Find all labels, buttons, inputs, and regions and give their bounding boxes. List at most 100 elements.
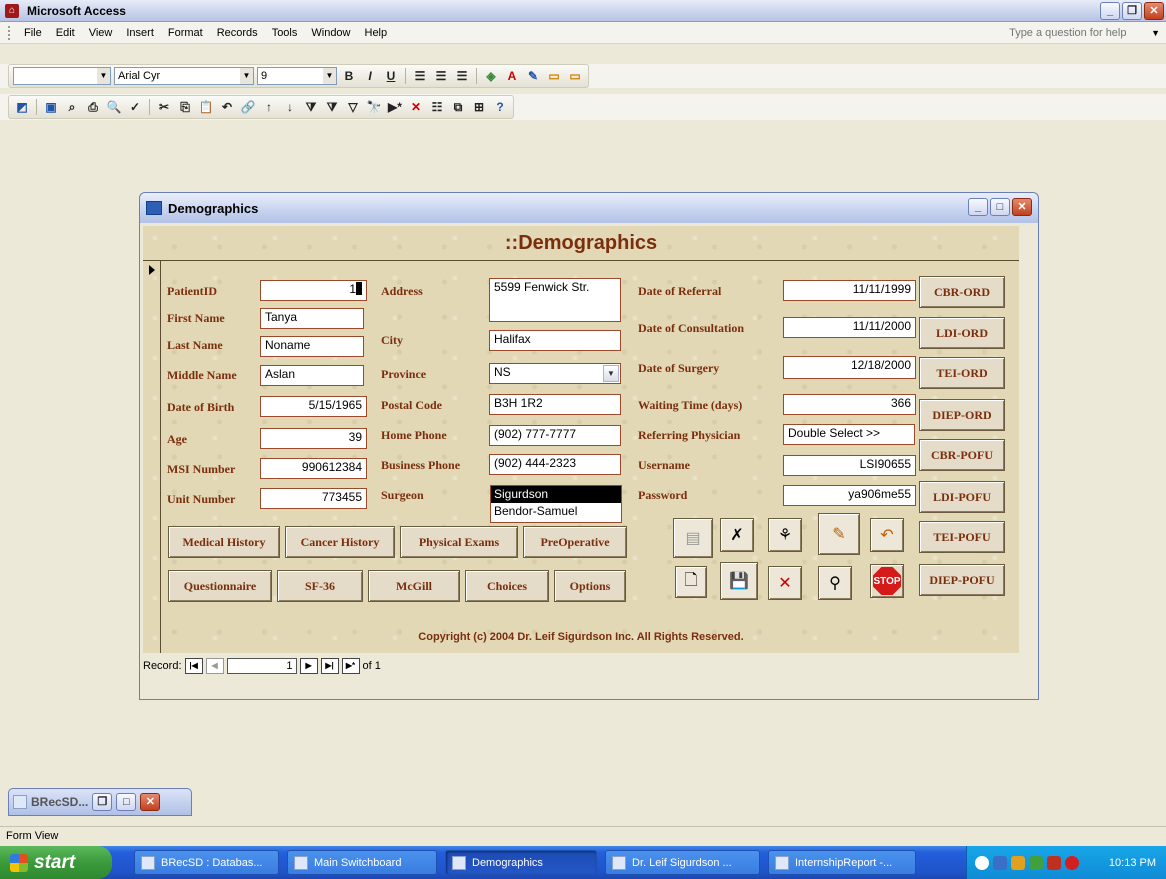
restore-window-button[interactable]: ❐ — [92, 793, 113, 811]
last-name-field[interactable]: Noname — [260, 336, 364, 357]
cbr-pofu-button[interactable]: CBR-POFU — [919, 439, 1005, 471]
menu-insert[interactable]: Insert — [119, 27, 161, 39]
questionnaire-button[interactable]: Questionnaire — [168, 570, 272, 602]
age-field[interactable]: 39 — [260, 428, 367, 449]
italic-button[interactable]: I — [361, 67, 379, 85]
security-shield-icon[interactable] — [1065, 855, 1079, 870]
form-minimize-button[interactable]: _ — [968, 198, 988, 216]
postal-code-field[interactable]: B3H 1R2 — [489, 394, 621, 415]
spelling-icon[interactable]: ✓ — [126, 98, 144, 116]
form-close-button[interactable]: ✕ — [1012, 198, 1032, 216]
start-button[interactable]: start — [0, 846, 112, 879]
font-color-icon[interactable]: A — [503, 67, 521, 85]
minimize-button[interactable]: _ — [1100, 2, 1120, 20]
task-main-switchboard[interactable]: Main Switchboard — [287, 850, 437, 875]
tei-ord-button[interactable]: TEI-ORD — [919, 357, 1005, 389]
restore-button[interactable]: ❐ — [1122, 2, 1142, 20]
line-color-icon[interactable]: ✎ — [524, 67, 542, 85]
first-record-button[interactable]: |◀ — [184, 658, 203, 674]
home-phone-field[interactable]: (902) 777-7777 — [489, 425, 621, 446]
tray-app-icon[interactable] — [1011, 855, 1025, 870]
menu-view[interactable]: View — [82, 27, 120, 39]
view-icon[interactable]: ◩ — [13, 98, 31, 116]
record-selector[interactable] — [143, 261, 161, 653]
new-object-icon[interactable]: ⊞ — [470, 98, 488, 116]
undo-field-icon[interactable]: ✗ — [720, 518, 754, 552]
help-icon[interactable]: ? — [491, 98, 509, 116]
minimized-database-window[interactable]: BRecSD... ❐ □ ✕ — [8, 788, 192, 816]
copy-icon[interactable]: ⎘ — [176, 98, 194, 116]
cut-icon[interactable]: ✂ — [155, 98, 173, 116]
help-search-input[interactable] — [1009, 25, 1146, 41]
ldi-pofu-button[interactable]: LDI-POFU — [919, 481, 1005, 513]
print-icon[interactable]: ⎙ — [84, 98, 102, 116]
align-right-icon[interactable]: ☰ — [453, 67, 471, 85]
menu-records[interactable]: Records — [210, 27, 265, 39]
task-brecsd[interactable]: BRecSD : Databas... — [134, 850, 279, 875]
date-of-surgery-field[interactable]: 12/18/2000 — [783, 356, 916, 379]
help-dropdown-icon[interactable]: ▼ — [1151, 28, 1160, 38]
new-record-button[interactable]: ▶* — [341, 658, 360, 674]
patient-id-field[interactable]: 1 — [260, 280, 367, 301]
binoculars-icon[interactable]: ⚲ — [818, 566, 852, 600]
border-width-icon[interactable]: ▭ — [545, 67, 563, 85]
stop-icon[interactable]: STOP — [870, 564, 904, 598]
close-window-button[interactable]: ✕ — [140, 793, 161, 811]
acrobat-icon[interactable] — [1047, 855, 1061, 870]
menu-help[interactable]: Help — [358, 27, 395, 39]
city-field[interactable]: Halifax — [489, 330, 621, 351]
date-of-referral-field[interactable]: 11/11/1999 — [783, 280, 916, 301]
report-icon[interactable]: ▤ — [673, 518, 713, 558]
align-left-icon[interactable]: ☰ — [411, 67, 429, 85]
special-effect-icon[interactable]: ▭ — [566, 67, 584, 85]
chevron-down-icon[interactable]: ▼ — [603, 365, 619, 382]
save-icon[interactable]: 💾 — [720, 562, 758, 600]
undo-icon[interactable]: ↶ — [870, 518, 904, 552]
surgeon-option[interactable]: Sigurdson — [491, 486, 621, 503]
username-field[interactable]: LSI90655 — [783, 455, 916, 476]
surgeon-option[interactable]: Bendor-Samuel — [491, 503, 621, 520]
menu-tools[interactable]: Tools — [265, 27, 305, 39]
database-window-icon[interactable]: ⧉ — [449, 98, 467, 116]
unit-number-field[interactable]: 773455 — [260, 488, 367, 509]
next-record-button[interactable]: ▶ — [299, 658, 318, 674]
last-record-button[interactable]: ▶| — [320, 658, 339, 674]
underline-button[interactable]: U — [382, 67, 400, 85]
referring-physician-field[interactable]: Double Select >> — [783, 424, 915, 445]
tray-expand-icon[interactable] — [975, 855, 989, 870]
filter-by-selection-icon[interactable]: ⧩ — [302, 98, 320, 116]
tray-app-icon[interactable] — [1029, 855, 1043, 870]
cbr-ord-button[interactable]: CBR-ORD — [919, 276, 1005, 308]
date-of-birth-field[interactable]: 5/15/1965 — [260, 396, 367, 417]
insert-hyperlink-icon[interactable]: 🔗 — [239, 98, 257, 116]
waiting-time-field[interactable]: 366 — [783, 394, 916, 415]
font-size-select[interactable]: 9 ▼ — [257, 67, 337, 85]
menu-window[interactable]: Window — [304, 27, 357, 39]
properties-icon[interactable]: ☷ — [428, 98, 446, 116]
form-maximize-button[interactable]: □ — [990, 198, 1010, 216]
task-dr-leif-sigurdson[interactable]: Dr. Leif Sigurdson ... — [605, 850, 760, 875]
font-name-select[interactable]: Arial Cyr ▼ — [114, 67, 254, 85]
ldi-ord-button[interactable]: LDI-ORD — [919, 317, 1005, 349]
physical-exams-button[interactable]: Physical Exams — [400, 526, 518, 558]
network-icon[interactable] — [993, 855, 1007, 870]
address-field[interactable]: 5599 Fenwick Str. — [489, 278, 621, 322]
find-icon[interactable]: ⚘ — [768, 518, 802, 552]
medical-history-button[interactable]: Medical History — [168, 526, 280, 558]
mcgill-button[interactable]: McGill — [368, 570, 460, 602]
current-record-field[interactable]: 1 — [226, 658, 297, 674]
menu-format[interactable]: Format — [161, 27, 210, 39]
sf-36-button[interactable]: SF-36 — [277, 570, 363, 602]
filter-by-form-icon[interactable]: ⧩ — [323, 98, 341, 116]
preoperative-button[interactable]: PreOperative — [523, 526, 627, 558]
print-preview-icon[interactable]: 🔍 — [105, 98, 123, 116]
choices-button[interactable]: Choices — [465, 570, 549, 602]
menu-file[interactable]: File — [17, 27, 49, 39]
align-center-icon[interactable]: ☰ — [432, 67, 450, 85]
middle-name-field[interactable]: Aslan — [260, 365, 364, 386]
object-selector[interactable]: ▼ — [13, 67, 111, 85]
print-preview-icon[interactable]: 🗋 — [675, 566, 707, 598]
paste-icon[interactable]: 📋 — [197, 98, 215, 116]
new-record-icon[interactable]: ▶* — [386, 98, 404, 116]
password-field[interactable]: ya906me55 — [783, 485, 916, 506]
